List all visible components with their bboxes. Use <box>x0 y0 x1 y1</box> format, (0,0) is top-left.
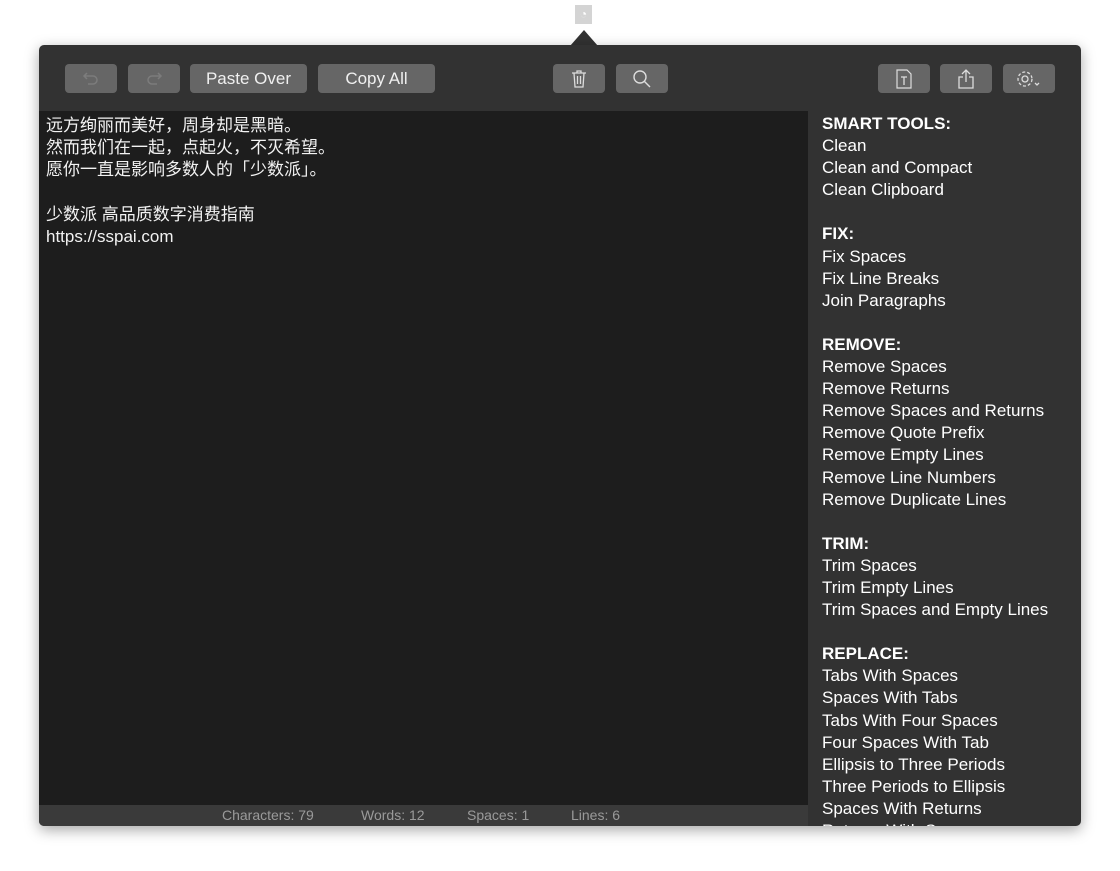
search-button[interactable] <box>616 64 668 93</box>
tool-item[interactable]: Remove Spaces <box>822 356 1077 378</box>
tool-item[interactable]: Spaces With Tabs <box>822 687 1077 709</box>
menubar-app-icon[interactable]: ◔ <box>575 5 592 24</box>
tool-item[interactable]: Remove Empty Lines <box>822 444 1077 466</box>
redo-icon <box>147 72 163 85</box>
tool-item[interactable]: Join Paragraphs <box>822 290 1077 312</box>
section-heading: REPLACE: <box>822 644 909 664</box>
undo-button[interactable] <box>65 64 117 93</box>
share-icon <box>958 69 974 89</box>
clear-button[interactable] <box>553 64 605 93</box>
undo-icon <box>82 72 98 85</box>
redo-button[interactable] <box>128 64 180 93</box>
space-count: Spaces: 1 <box>467 807 530 823</box>
share-button[interactable] <box>940 64 992 93</box>
editor-line: 少数派 高品质数字消费指南 <box>46 204 255 224</box>
tool-item[interactable]: Tabs With Four Spaces <box>822 710 1077 732</box>
editor-line: https://sspai.com <box>46 227 174 246</box>
tool-item[interactable]: Clean Clipboard <box>822 179 1077 201</box>
editor-line: 愿你一直是影响多数人的「少数派」。 <box>46 160 327 180</box>
text-editor[interactable]: 远方绚丽而美好，周身却是黑暗。然而我们在一起，点起火，不灭希望。 愿你一直是影响多… <box>39 111 808 805</box>
character-count: Characters: 79 <box>222 807 314 823</box>
text-file-icon <box>896 69 912 89</box>
tool-item[interactable]: Remove Quote Prefix <box>822 422 1077 444</box>
gear-icon <box>1017 71 1040 87</box>
search-icon <box>633 70 651 88</box>
section-heading: SMART TOOLS: <box>822 114 952 133</box>
tool-item[interactable]: Clean <box>822 135 1077 157</box>
tool-item[interactable]: Ellipsis to Three Periods <box>822 754 1077 776</box>
word-count: Words: 12 <box>361 807 425 823</box>
popover-arrow <box>570 30 598 46</box>
tool-item[interactable]: Four Spaces With Tab <box>822 732 1077 754</box>
paste-over-button[interactable]: Paste Over <box>190 64 307 93</box>
tool-item[interactable]: Tabs With Spaces <box>822 665 1077 687</box>
editor-line: 然而我们在一起，点起火，不灭希望。 <box>46 138 335 158</box>
section-heading: TRIM: <box>822 533 870 553</box>
tool-item[interactable]: Remove Returns <box>822 378 1077 400</box>
tool-item[interactable]: Fix Spaces <box>822 246 1077 268</box>
tool-item[interactable]: Remove Spaces and Returns <box>822 400 1077 422</box>
tool-item[interactable]: Trim Empty Lines <box>822 577 1077 599</box>
tool-item[interactable]: Trim Spaces and Empty Lines <box>822 599 1077 621</box>
tool-item[interactable]: Clean and Compact <box>822 157 1077 179</box>
line-count: Lines: 6 <box>571 807 621 823</box>
tool-item[interactable]: Fix Line Breaks <box>822 268 1077 290</box>
tool-item[interactable]: Trim Spaces <box>822 555 1077 577</box>
text-file-button[interactable] <box>878 64 930 93</box>
tool-item[interactable]: Remove Line Numbers <box>822 467 1077 489</box>
status-bar: Characters: 79 Words: 12 Spaces: 1 Lines… <box>39 805 808 826</box>
tool-item[interactable]: Three Periods to Ellipsis <box>822 776 1077 798</box>
tools-sidebar: SMART TOOLS: Clean Clean and Compact Clean … <box>822 113 1077 826</box>
copy-all-button[interactable]: Copy All <box>318 64 435 93</box>
editor-line: 远方绚丽而美好，周身却是黑暗。 <box>46 116 301 135</box>
tool-item[interactable]: Remove Duplicate Lines <box>822 489 1077 511</box>
popover-window: Paste Over Copy All 远方绚丽而美好，周身却是黑暗。然而我们在… <box>39 45 1081 826</box>
tool-item[interactable]: Returns With Spaces <box>822 820 1077 826</box>
tool-item[interactable]: Spaces With Returns <box>822 798 1077 820</box>
trash-icon <box>572 70 586 88</box>
settings-button[interactable] <box>1003 64 1055 93</box>
section-heading: REMOVE: <box>822 334 902 354</box>
section-heading: FIX: <box>822 224 855 244</box>
